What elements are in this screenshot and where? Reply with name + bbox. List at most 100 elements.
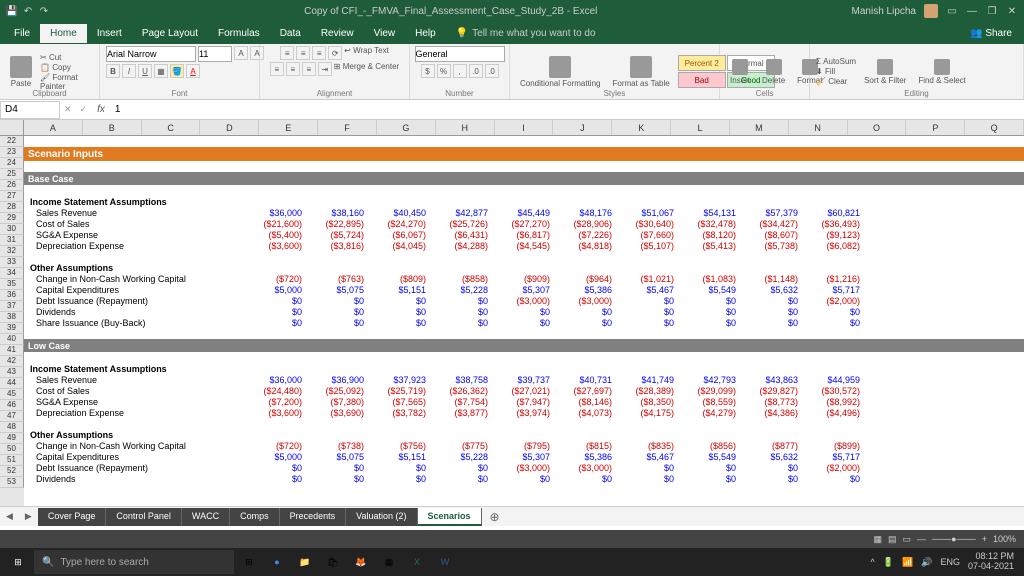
data-cell[interactable]: ($3,600) bbox=[244, 240, 306, 251]
indent-icon[interactable]: ⇥ bbox=[318, 62, 332, 76]
data-cell[interactable]: $5,632 bbox=[740, 451, 802, 462]
align-bottom-icon[interactable]: ≡ bbox=[312, 46, 326, 60]
data-cell[interactable]: ($7,754) bbox=[430, 396, 492, 407]
align-top-icon[interactable]: ≡ bbox=[280, 46, 294, 60]
col-header-M[interactable]: M bbox=[730, 120, 789, 135]
border-button[interactable]: ▦ bbox=[154, 64, 168, 78]
align-middle-icon[interactable]: ≡ bbox=[296, 46, 310, 60]
user-name[interactable]: Manish Lipcha bbox=[852, 6, 916, 17]
data-cell[interactable]: ($6,817) bbox=[492, 229, 554, 240]
fill-button[interactable]: ⬇ Fill bbox=[816, 67, 856, 76]
row-header-41[interactable]: 41 bbox=[0, 345, 24, 356]
data-cell[interactable]: $0 bbox=[306, 473, 368, 484]
data-cell[interactable]: ($7,565) bbox=[368, 396, 430, 407]
sheet-tab-control-panel[interactable]: Control Panel bbox=[106, 508, 182, 526]
data-cell[interactable]: $5,549 bbox=[678, 284, 740, 295]
data-cell[interactable]: ($8,120) bbox=[678, 229, 740, 240]
tray-up-icon[interactable]: ^ bbox=[871, 557, 875, 567]
data-cell[interactable]: $0 bbox=[306, 462, 368, 473]
row-header-32[interactable]: 32 bbox=[0, 246, 24, 257]
cut-button[interactable]: ✂ Cut bbox=[40, 53, 93, 62]
row-header-26[interactable]: 26 bbox=[0, 180, 24, 191]
data-cell[interactable]: ($30,640) bbox=[616, 218, 678, 229]
spreadsheet-area[interactable]: 2223242526272829303132333435363738394041… bbox=[0, 136, 1024, 506]
data-cell[interactable]: $0 bbox=[554, 473, 616, 484]
align-left-icon[interactable]: ≡ bbox=[270, 62, 284, 76]
data-cell[interactable]: $5,000 bbox=[244, 451, 306, 462]
data-cell[interactable]: ($720) bbox=[244, 273, 306, 284]
currency-icon[interactable]: $ bbox=[421, 64, 435, 78]
bold-button[interactable]: B bbox=[106, 64, 120, 78]
data-cell[interactable]: ($27,270) bbox=[492, 218, 554, 229]
zoom-slider[interactable]: ───●─── bbox=[932, 534, 976, 544]
view-normal-icon[interactable]: ▦ bbox=[873, 534, 882, 545]
fb-enter-icon[interactable]: ✓ bbox=[76, 104, 92, 115]
row-header-47[interactable]: 47 bbox=[0, 411, 24, 422]
undo-icon[interactable]: ↶ bbox=[22, 5, 34, 17]
data-cell[interactable]: ($4,386) bbox=[740, 407, 802, 418]
data-cell[interactable]: ($29,827) bbox=[740, 385, 802, 396]
data-cell[interactable]: ($30,572) bbox=[802, 385, 864, 396]
data-cell[interactable]: $5,717 bbox=[802, 284, 864, 295]
data-cell[interactable]: ($25,092) bbox=[306, 385, 368, 396]
data-cell[interactable]: ($6,082) bbox=[802, 240, 864, 251]
data-cell[interactable]: $0 bbox=[492, 306, 554, 317]
tab-help[interactable]: Help bbox=[405, 24, 446, 43]
data-cell[interactable]: $5,151 bbox=[368, 284, 430, 295]
name-box[interactable] bbox=[0, 101, 60, 119]
data-cell[interactable]: ($3,690) bbox=[306, 407, 368, 418]
data-cell[interactable]: $0 bbox=[244, 473, 306, 484]
col-header-Q[interactable]: Q bbox=[965, 120, 1024, 135]
data-cell[interactable]: $0 bbox=[740, 295, 802, 306]
minimize-icon[interactable]: — bbox=[966, 5, 978, 17]
data-cell[interactable]: $43,863 bbox=[740, 374, 802, 385]
col-header-H[interactable]: H bbox=[436, 120, 495, 135]
tab-formulas[interactable]: Formulas bbox=[208, 24, 270, 43]
data-cell[interactable]: ($8,992) bbox=[802, 396, 864, 407]
row-header-50[interactable]: 50 bbox=[0, 444, 24, 455]
data-cell[interactable]: $0 bbox=[306, 317, 368, 328]
data-cell[interactable]: $37,923 bbox=[368, 374, 430, 385]
row-header-31[interactable]: 31 bbox=[0, 235, 24, 246]
data-cell[interactable]: ($28,389) bbox=[616, 385, 678, 396]
data-cell[interactable]: $0 bbox=[616, 473, 678, 484]
row-header-53[interactable]: 53 bbox=[0, 477, 24, 488]
data-cell[interactable]: ($7,226) bbox=[554, 229, 616, 240]
row-header-37[interactable]: 37 bbox=[0, 301, 24, 312]
data-cell[interactable]: ($8,350) bbox=[616, 396, 678, 407]
increase-decimal-icon[interactable]: .0 bbox=[469, 64, 483, 78]
fill-color-button[interactable]: 🪣 bbox=[170, 64, 184, 78]
row-header-48[interactable]: 48 bbox=[0, 422, 24, 433]
data-cell[interactable]: $0 bbox=[616, 317, 678, 328]
data-cell[interactable]: ($815) bbox=[554, 440, 616, 451]
data-cell[interactable]: ($28,906) bbox=[554, 218, 616, 229]
data-cell[interactable]: $0 bbox=[368, 462, 430, 473]
app-icon[interactable]: ▦ bbox=[376, 550, 402, 574]
data-cell[interactable]: ($795) bbox=[492, 440, 554, 451]
data-cell[interactable]: ($909) bbox=[492, 273, 554, 284]
data-cell[interactable]: $0 bbox=[616, 462, 678, 473]
data-cell[interactable]: $0 bbox=[492, 317, 554, 328]
conditional-formatting-button[interactable]: Conditional Formatting bbox=[516, 54, 604, 90]
data-cell[interactable]: ($34,427) bbox=[740, 218, 802, 229]
row-header-36[interactable]: 36 bbox=[0, 290, 24, 301]
data-cell[interactable]: $0 bbox=[430, 295, 492, 306]
data-cell[interactable]: $5,467 bbox=[616, 451, 678, 462]
tab-nav-next-icon[interactable]: ▶ bbox=[19, 511, 38, 522]
data-cell[interactable]: $40,731 bbox=[554, 374, 616, 385]
data-cell[interactable]: $48,176 bbox=[554, 207, 616, 218]
data-cell[interactable]: ($22,895) bbox=[306, 218, 368, 229]
data-cell[interactable]: ($3,000) bbox=[492, 462, 554, 473]
data-cell[interactable]: $36,000 bbox=[244, 374, 306, 385]
sheet-tab-wacc[interactable]: WACC bbox=[182, 508, 230, 526]
row-header-35[interactable]: 35 bbox=[0, 279, 24, 290]
data-cell[interactable]: $0 bbox=[368, 295, 430, 306]
align-right-icon[interactable]: ≡ bbox=[302, 62, 316, 76]
font-name-select[interactable] bbox=[106, 46, 196, 62]
row-header-49[interactable]: 49 bbox=[0, 433, 24, 444]
data-cell[interactable]: $41,749 bbox=[616, 374, 678, 385]
insert-cells-button[interactable]: Insert bbox=[726, 57, 754, 87]
data-cell[interactable]: $5,717 bbox=[802, 451, 864, 462]
tab-nav-prev-icon[interactable]: ◀ bbox=[0, 511, 19, 522]
data-cell[interactable]: $5,632 bbox=[740, 284, 802, 295]
